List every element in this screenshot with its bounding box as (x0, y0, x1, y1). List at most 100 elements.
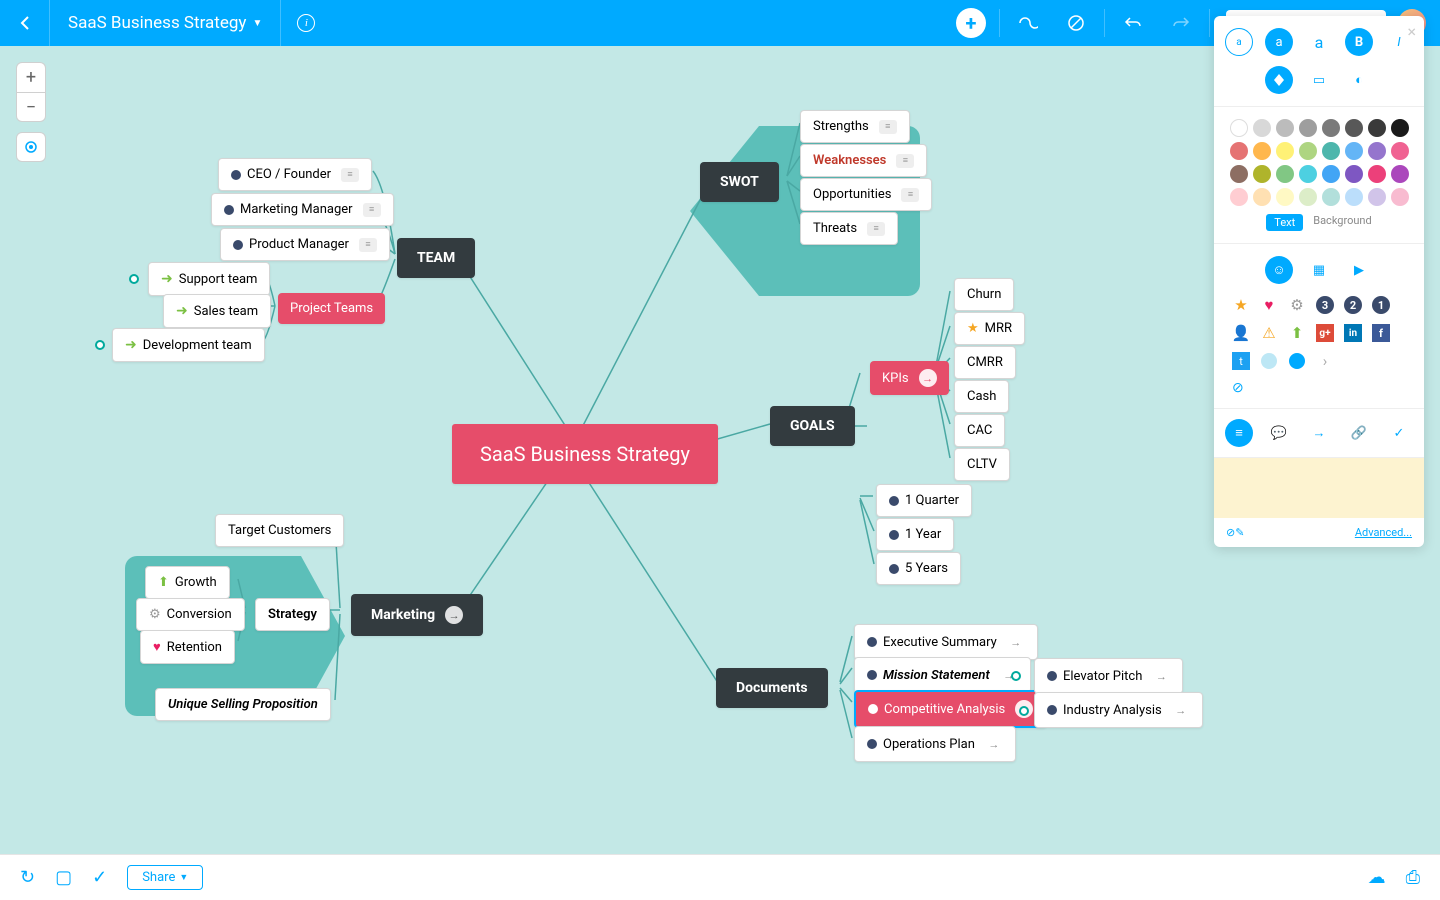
collapse-handle[interactable] (1019, 706, 1029, 716)
color-swatch[interactable] (1299, 142, 1317, 160)
color-swatch[interactable] (1253, 119, 1271, 137)
color-swatch[interactable] (1253, 165, 1271, 183)
badge-1-option[interactable]: 1 (1372, 296, 1390, 314)
color-swatch[interactable] (1345, 119, 1363, 137)
badge-3-option[interactable]: 3 (1316, 296, 1334, 314)
collapse-handle[interactable] (95, 340, 105, 350)
disable-button[interactable] (1052, 0, 1100, 46)
star-icon-option[interactable]: ★ (1232, 296, 1250, 314)
gear-icon-option[interactable]: ⚙ (1288, 296, 1306, 314)
node-marketing[interactable]: Marketing→ (351, 594, 483, 636)
heart-icon-option[interactable]: ♥ (1260, 296, 1278, 314)
redo-button[interactable] (1157, 0, 1205, 46)
color-swatch[interactable] (1276, 119, 1294, 137)
color-swatch[interactable] (1230, 188, 1248, 206)
node-industry-analysis[interactable]: Industry Analysis→ (1034, 692, 1203, 728)
node-elevator-pitch[interactable]: Elevator Pitch→ (1034, 658, 1183, 694)
node-conversion[interactable]: ⚙Conversion (136, 598, 245, 631)
advanced-link[interactable]: Advanced... (1355, 526, 1412, 539)
color-swatch[interactable] (1322, 188, 1340, 206)
no-icon-option[interactable]: ⊘ (1232, 380, 1244, 396)
node-1year[interactable]: 1 Year (876, 518, 954, 551)
bold-button[interactable]: B (1345, 28, 1373, 56)
color-swatch[interactable] (1322, 119, 1340, 137)
add-node-button[interactable]: + (947, 0, 995, 46)
node-weaknesses[interactable]: Weaknesses≡ (800, 144, 927, 177)
node-center[interactable]: SaaS Business Strategy (452, 424, 718, 484)
history-button[interactable]: ↻ (20, 867, 35, 888)
undo-button[interactable] (1109, 0, 1157, 46)
color-swatch[interactable] (1391, 188, 1409, 206)
node-dev-team[interactable]: ➜Development team (112, 328, 265, 362)
color-swatch[interactable] (1368, 119, 1386, 137)
font-medium-button[interactable]: a (1265, 28, 1293, 56)
present-button[interactable]: ▢ (55, 867, 72, 888)
color-swatch[interactable] (1230, 142, 1248, 160)
clear-format-button[interactable]: ⊘ (1226, 526, 1235, 539)
node-strategy[interactable]: Strategy (255, 598, 330, 631)
blue-circle-option[interactable] (1288, 352, 1306, 370)
color-swatch[interactable] (1276, 188, 1294, 206)
badge-2-option[interactable]: 2 (1344, 296, 1362, 314)
color-swatch[interactable] (1391, 119, 1409, 137)
close-panel-button[interactable]: × (1407, 22, 1416, 41)
node-goals[interactable]: GOALS (770, 406, 855, 446)
color-swatch[interactable] (1368, 142, 1386, 160)
node-operations-plan[interactable]: Operations Plan→ (854, 726, 1016, 762)
color-swatch[interactable] (1345, 142, 1363, 160)
info-button[interactable]: i (281, 0, 331, 46)
image-button[interactable]: ▦ (1305, 256, 1333, 284)
node-support-team[interactable]: ➜Support team (148, 262, 270, 296)
color-swatch[interactable] (1391, 165, 1409, 183)
person-icon-option[interactable]: 👤 (1232, 324, 1250, 342)
node-5years[interactable]: 5 Years (876, 552, 961, 585)
node-usp[interactable]: Unique Selling Proposition (155, 688, 331, 721)
facebook-icon-option[interactable]: f (1372, 324, 1390, 342)
node-opportunities[interactable]: Opportunities≡ (800, 178, 932, 211)
color-swatch[interactable] (1299, 165, 1317, 183)
background-color-tab[interactable]: Background (1313, 214, 1371, 231)
back-button[interactable] (0, 0, 50, 46)
note-button[interactable]: ≡ (1225, 419, 1253, 447)
color-swatch[interactable] (1345, 165, 1363, 183)
text-color-tab[interactable]: Text (1266, 214, 1303, 231)
comment-button[interactable]: 💬 (1265, 419, 1293, 447)
warning-icon-option[interactable]: ⚠ (1260, 324, 1278, 342)
attachment-button[interactable]: 🔗 (1345, 419, 1373, 447)
node-team[interactable]: TEAM (397, 238, 475, 278)
print-button[interactable]: ⎙ (1406, 867, 1420, 888)
font-small-button[interactable]: a (1225, 28, 1253, 56)
color-swatch[interactable] (1322, 165, 1340, 183)
twitter-icon-option[interactable]: t (1232, 352, 1250, 370)
task-button[interactable]: ✓ (1385, 419, 1413, 447)
color-swatch[interactable] (1230, 165, 1248, 183)
node-documents[interactable]: Documents (716, 668, 828, 708)
node-target-customers[interactable]: Target Customers (215, 514, 344, 547)
fill-style-button[interactable] (1265, 66, 1293, 94)
node-cash[interactable]: Cash (954, 380, 1009, 413)
node-churn[interactable]: Churn (954, 278, 1014, 311)
zoom-out-button[interactable]: − (16, 92, 46, 122)
border-style-button[interactable]: ▭ (1305, 66, 1333, 94)
checklist-button[interactable]: ✓ (92, 867, 107, 888)
node-1quarter[interactable]: 1 Quarter (876, 484, 972, 517)
light-circle-option[interactable] (1260, 352, 1278, 370)
color-swatch[interactable] (1345, 188, 1363, 206)
font-large-button[interactable]: a (1305, 28, 1333, 56)
connect-button[interactable] (1004, 0, 1052, 46)
color-swatch[interactable] (1368, 165, 1386, 183)
collapse-handle[interactable] (1011, 671, 1021, 681)
color-swatch[interactable] (1368, 188, 1386, 206)
node-kpis[interactable]: KPIs→ (870, 361, 949, 395)
arrow-up-icon-option[interactable]: ⬆ (1288, 324, 1306, 342)
node-strengths[interactable]: Strengths≡ (800, 110, 910, 143)
node-ceo[interactable]: CEO / Founder≡ (218, 158, 372, 191)
color-swatch[interactable] (1230, 119, 1248, 137)
zoom-in-button[interactable]: + (16, 62, 46, 92)
node-mission[interactable]: Mission Statement→ (854, 657, 1031, 693)
zoom-center-button[interactable] (16, 132, 46, 162)
node-sales-team[interactable]: ➜Sales team (163, 294, 271, 328)
collapse-handle[interactable] (129, 274, 139, 284)
notes-area[interactable] (1214, 458, 1424, 518)
node-retention[interactable]: ♥Retention (140, 630, 235, 664)
